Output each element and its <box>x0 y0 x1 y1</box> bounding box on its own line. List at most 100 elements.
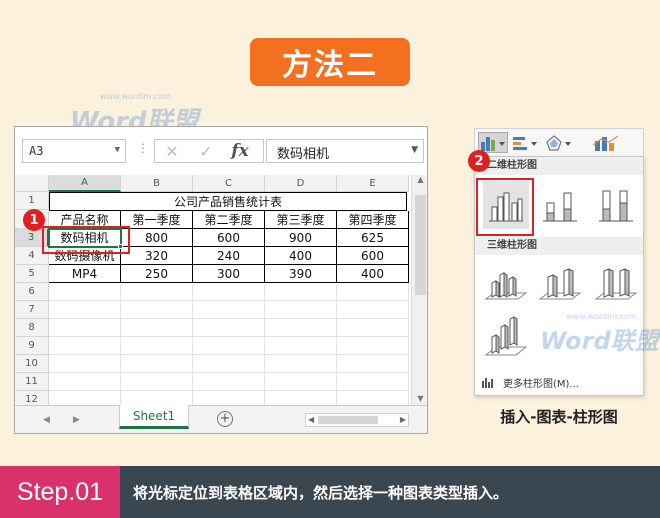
cell-a6[interactable] <box>49 283 121 301</box>
cell-a10[interactable] <box>49 355 121 373</box>
stacked-column-option[interactable] <box>537 181 583 229</box>
cell-d11[interactable] <box>265 373 337 391</box>
percent-stacked-column-option[interactable] <box>593 181 639 229</box>
cell-e10[interactable] <box>337 355 409 373</box>
caption-text: 插入-图表-柱形图 <box>500 408 618 426</box>
table-cell[interactable]: 300 <box>193 265 265 283</box>
add-sheet-text: + <box>219 411 231 426</box>
cell-b7[interactable] <box>121 301 193 319</box>
more-column-charts-link[interactable]: 更多柱形图(M)... <box>481 373 579 391</box>
table-cell[interactable]: 625 <box>337 229 409 247</box>
chevron-down-icon[interactable]: ▼ <box>411 145 418 155</box>
sheet-tab-sheet1[interactable]: Sheet1 <box>119 405 189 429</box>
cell-b10[interactable] <box>121 355 193 373</box>
tab-prev-icon[interactable]: ◀ <box>43 415 50 425</box>
table-cell[interactable]: 390 <box>265 265 337 283</box>
sheet-grid[interactable]: ABCDE 123456789101112 产品名称第一季度第二季度第三季度第四… <box>15 175 427 409</box>
bar-chart-icon <box>513 136 537 150</box>
cell-c9[interactable] <box>193 337 265 355</box>
column-header-b[interactable]: B <box>121 175 193 192</box>
cell-c6[interactable] <box>193 283 265 301</box>
select-all-corner[interactable] <box>15 175 49 192</box>
cell-e9[interactable] <box>337 337 409 355</box>
cell-b6[interactable] <box>121 283 193 301</box>
cell-c11[interactable] <box>193 373 265 391</box>
table-header-cell[interactable]: 第二季度 <box>193 211 265 229</box>
row-header-11[interactable]: 11 <box>15 373 49 391</box>
cell-a9[interactable] <box>49 337 121 355</box>
cell-c7[interactable] <box>193 301 265 319</box>
row-header-6[interactable]: 6 <box>15 283 49 301</box>
cell-b11[interactable] <box>121 373 193 391</box>
cell-c8[interactable] <box>193 319 265 337</box>
cell-e8[interactable] <box>337 319 409 337</box>
caption: 插入-图表-柱形图 <box>474 406 644 427</box>
3d-percent-stacked-column-option[interactable] <box>593 261 639 309</box>
column-header-e[interactable]: E <box>337 175 409 192</box>
cell-d9[interactable] <box>265 337 337 355</box>
cell-b9[interactable] <box>121 337 193 355</box>
scroll-down-icon[interactable]: ▼ <box>412 394 427 403</box>
cell-d7[interactable] <box>265 301 337 319</box>
table-cell[interactable]: 900 <box>265 229 337 247</box>
radar-chart-button[interactable] <box>545 132 575 153</box>
table-row-label[interactable]: MP4 <box>49 265 121 283</box>
more-charts-icon <box>482 378 493 388</box>
combo-chart-button[interactable] <box>591 132 623 153</box>
cell-d10[interactable] <box>265 355 337 373</box>
3d-column-option[interactable] <box>483 315 529 363</box>
cell-d6[interactable] <box>265 283 337 301</box>
table-cell[interactable]: 320 <box>121 247 193 265</box>
cell-a11[interactable] <box>49 373 121 391</box>
row-header-5[interactable]: 5 <box>15 265 49 283</box>
table-title[interactable]: 公司产品销售统计表 <box>49 192 407 211</box>
scroll-right-icon[interactable]: ▶ <box>400 415 406 424</box>
chevron-down-icon[interactable]: ▼ <box>115 145 120 155</box>
row-header-7[interactable]: 7 <box>15 301 49 319</box>
fx-icon[interactable]: fx <box>223 141 257 161</box>
bar-chart-button[interactable] <box>511 132 541 153</box>
column-header-d[interactable]: D <box>265 175 337 192</box>
cell-a7[interactable] <box>49 301 121 319</box>
cell-e7[interactable] <box>337 301 409 319</box>
table-cell[interactable]: 800 <box>121 229 193 247</box>
row-header-9[interactable]: 9 <box>15 337 49 355</box>
table-cell[interactable]: 400 <box>337 265 409 283</box>
table-header-cell[interactable]: 第三季度 <box>265 211 337 229</box>
row-header-1[interactable]: 1 <box>15 192 49 210</box>
cell-a8[interactable] <box>49 319 121 337</box>
table-cell[interactable]: 240 <box>193 247 265 265</box>
add-sheet-icon[interactable]: + <box>217 411 233 427</box>
marker-1: 1 <box>23 209 45 231</box>
cell-e6[interactable] <box>337 283 409 301</box>
cell-e11[interactable] <box>337 373 409 391</box>
formula-input[interactable]: 数码相机 ▼ <box>266 139 424 163</box>
table-header-cell[interactable]: 第四季度 <box>337 211 409 229</box>
enter-icon[interactable]: ✓ <box>189 142 223 161</box>
table-cell[interactable]: 400 <box>265 247 337 265</box>
table-cell[interactable]: 600 <box>337 247 409 265</box>
column-header-a[interactable]: A <box>49 175 121 192</box>
table-title-text: 公司产品销售统计表 <box>173 195 282 209</box>
table-header-cell[interactable]: 第一季度 <box>121 211 193 229</box>
row-header-8[interactable]: 8 <box>15 319 49 337</box>
name-box[interactable]: A3 ▼ <box>22 139 126 163</box>
vertical-scrollbar[interactable]: ▲ ▼ <box>411 175 427 405</box>
cell-b8[interactable] <box>121 319 193 337</box>
horizontal-scrollbar[interactable]: ◀ ▶ <box>305 413 409 427</box>
3d-column-icon <box>484 316 528 356</box>
scroll-left-icon[interactable]: ◀ <box>308 415 314 424</box>
column-header-c[interactable]: C <box>193 175 265 192</box>
table-cell[interactable]: 600 <box>193 229 265 247</box>
3d-clustered-column-option[interactable] <box>483 261 529 309</box>
cell-c10[interactable] <box>193 355 265 373</box>
tab-next-icon[interactable]: ▶ <box>73 415 80 425</box>
cancel-icon[interactable]: ✕ <box>155 142 189 161</box>
horizontal-scroll-thumb[interactable] <box>318 416 378 424</box>
table-cell[interactable]: 250 <box>121 265 193 283</box>
vertical-scroll-thumb[interactable] <box>415 195 426 295</box>
cell-d8[interactable] <box>265 319 337 337</box>
row-header-10[interactable]: 10 <box>15 355 49 373</box>
scroll-up-icon[interactable]: ▲ <box>412 175 427 184</box>
3d-stacked-column-option[interactable] <box>537 261 583 309</box>
